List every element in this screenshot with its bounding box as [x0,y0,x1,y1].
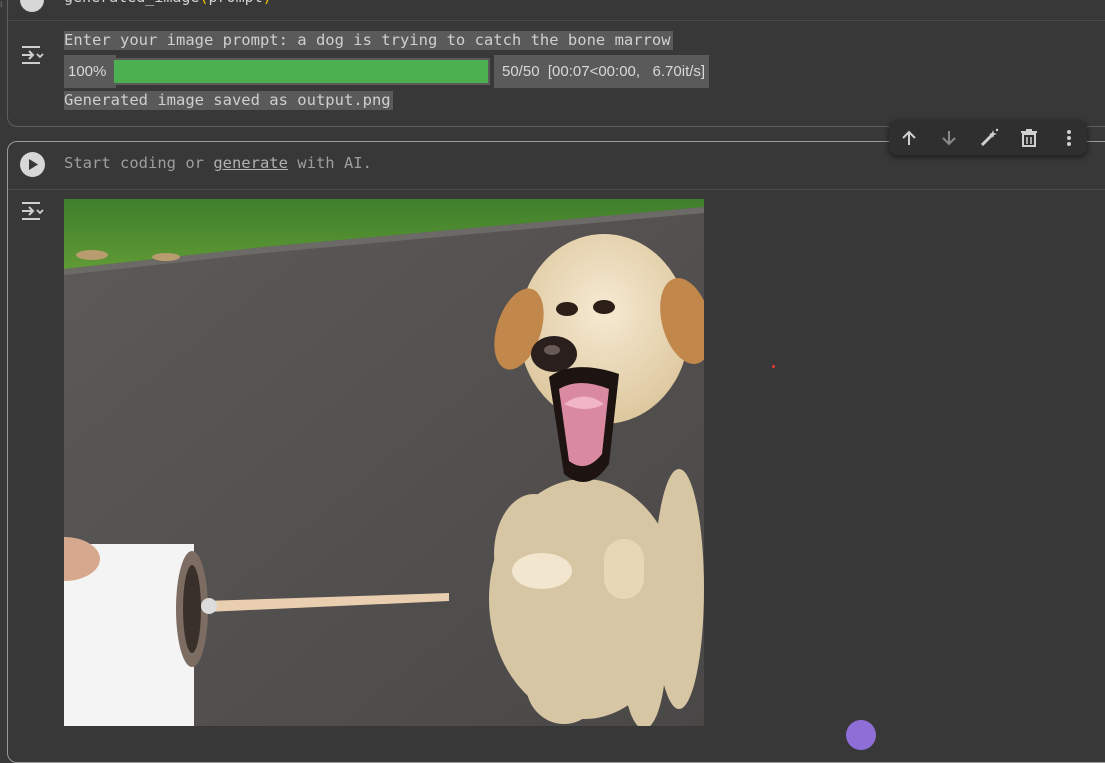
run-cell-button-2[interactable] [20,152,45,177]
more-vert-icon[interactable] [1057,126,1081,150]
assistant-bubble-icon[interactable] [846,720,876,750]
code-arg: prompt [209,0,263,6]
code-paren-close: ) [263,0,272,6]
progress-bar-fill [114,60,488,83]
magic-edit-icon[interactable] [977,126,1001,150]
trash-icon[interactable] [1017,126,1041,150]
saved-output-line: Generated image saved as output.png [64,91,393,110]
progress-bar [112,58,490,85]
cell-placeholder[interactable]: Start coding or generate with AI. [64,154,372,172]
cell-divider-2 [8,189,1105,190]
arrow-up-icon[interactable] [897,126,921,150]
prompt-output-line: Enter your image prompt: a dog is trying… [64,31,673,50]
code-function: generated_image [64,0,199,6]
placeholder-text-start: Start coding or [64,154,214,172]
cell-toolbar [889,120,1087,155]
generate-link[interactable]: generate [213,154,288,172]
output-toggle-icon[interactable] [19,44,45,66]
cell-divider [8,20,1105,21]
output-toggle-icon-2[interactable] [19,200,45,222]
window-edge-mark: ⁝ [0,0,3,9]
cursor-dot [772,365,775,368]
placeholder-text-end: with AI. [287,154,372,172]
progress-stats: 50/50 [00:07<00:00, 6.70it/s] [494,55,710,88]
arrow-down-icon[interactable] [937,126,961,150]
generated-image-output [64,199,704,726]
play-icon [28,159,38,170]
code-paren-open: ( [199,0,208,6]
code-line[interactable]: generated_image(prompt) [64,0,272,6]
progress-percent: 100% [64,55,116,88]
